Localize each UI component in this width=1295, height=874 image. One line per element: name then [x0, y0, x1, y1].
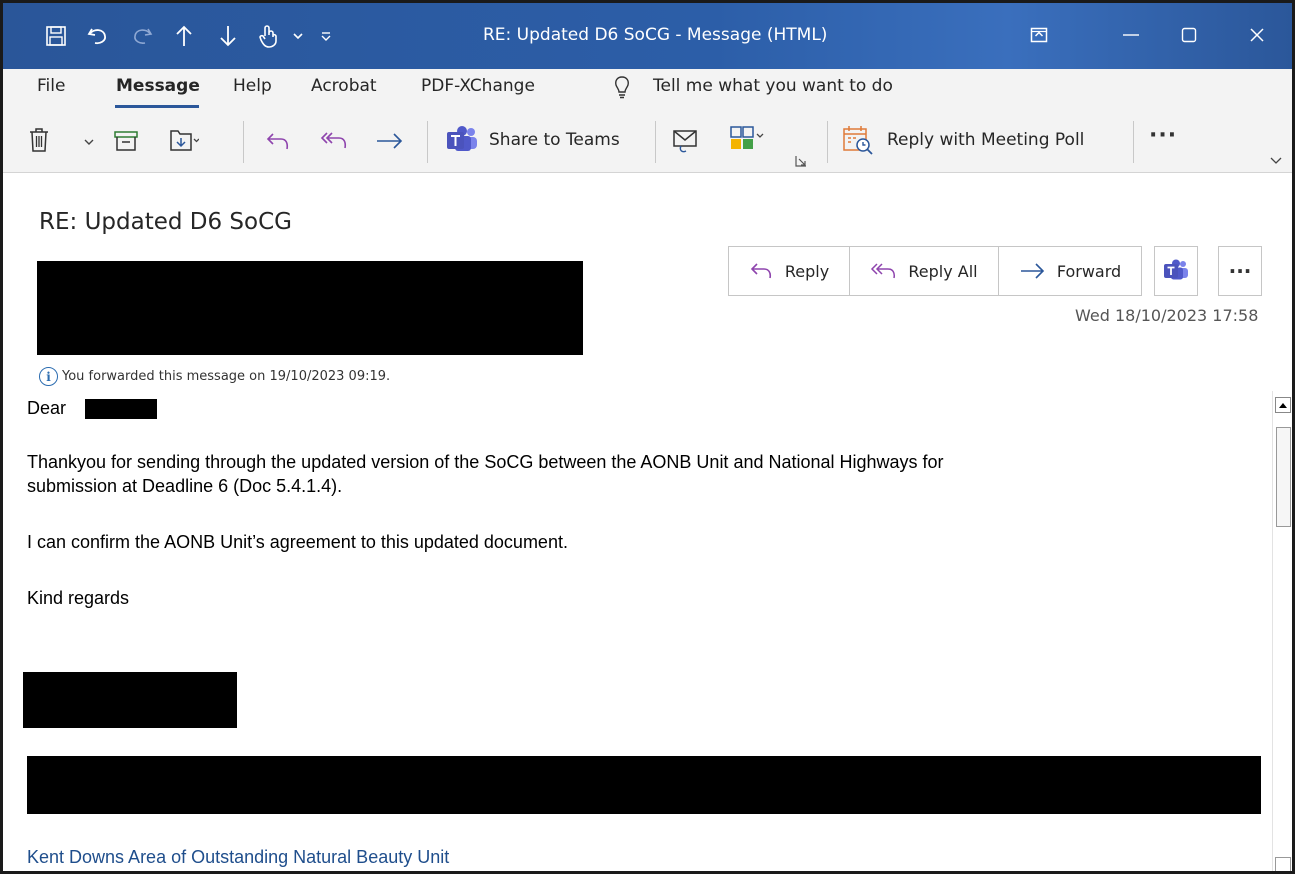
menu-help[interactable]: Help [233, 76, 272, 96]
closing: Kind regards [27, 588, 130, 608]
message-date: Wed 18/10/2023 17:58 [1075, 306, 1259, 325]
info-icon: i [39, 367, 58, 386]
menu-message[interactable]: Message [116, 76, 200, 96]
delete-dropdown-icon[interactable] [83, 137, 95, 147]
menu-pdf-xchange[interactable]: PDF-XChange [421, 76, 535, 96]
greeting: Dear [27, 398, 67, 418]
delete-icon[interactable] [27, 127, 51, 153]
tell-me-search[interactable]: Tell me what you want to do [653, 76, 893, 96]
dialog-launcher-icon[interactable] [795, 155, 807, 167]
body-paragraph-1-line-1: Thankyou for sending through the updated… [27, 452, 944, 472]
reply-with-meeting-poll-button[interactable]: Reply with Meeting Poll [841, 124, 1084, 156]
reply-button[interactable]: Reply [728, 246, 850, 296]
message-scrollbar[interactable] [1272, 391, 1292, 871]
organisation-link[interactable]: Kent Downs Area of Outstanding Natural B… [27, 846, 449, 868]
customize-toolbar-icon[interactable] [317, 19, 335, 53]
window-title: RE: Updated D6 SoCG - Message (HTML) [483, 25, 828, 45]
ribbon-separator [427, 121, 428, 163]
touch-mode-icon[interactable] [253, 19, 283, 53]
move-icon[interactable] [169, 127, 199, 153]
share-to-teams-label: Share to Teams [489, 130, 620, 150]
forwarded-info-text: You forwarded this message on 19/10/2023… [62, 369, 391, 384]
maximize-icon[interactable] [1167, 15, 1211, 55]
menu-acrobat[interactable]: Acrobat [311, 76, 377, 96]
minimize-icon[interactable] [1109, 15, 1153, 55]
forward-icon[interactable] [375, 129, 405, 153]
redacted-sender [37, 261, 583, 355]
undo-icon[interactable] [81, 19, 115, 53]
reply-icon [749, 261, 775, 281]
teams-icon [1163, 259, 1189, 283]
body-paragraph-1-line-2: submission at Deadline 6 (Doc 5.4.1.4). [27, 476, 343, 496]
share-to-teams-button[interactable]: Share to Teams [445, 125, 620, 155]
more-actions-button[interactable]: ··· [1218, 246, 1262, 296]
lightbulb-icon [613, 75, 631, 104]
redacted-signature-name [23, 672, 237, 728]
scroll-thumb[interactable] [1276, 427, 1291, 527]
forward-button[interactable]: Forward [998, 246, 1142, 296]
ribbon-separator [827, 121, 828, 163]
redo-icon [125, 19, 159, 53]
meeting-poll-icon [841, 124, 875, 156]
forward-icon [1019, 261, 1047, 281]
reply-all-icon[interactable] [319, 129, 351, 153]
chevron-down-icon[interactable] [289, 19, 307, 53]
outlook-message-window: RE: Updated D6 SoCG - Message (HTML) Fil… [0, 0, 1295, 874]
forwarded-info-bar: i You forwarded this message on 19/10/20… [39, 367, 390, 386]
scroll-down-button[interactable] [1275, 857, 1291, 871]
redacted-signature-title [27, 756, 1261, 814]
menu-file[interactable]: File [37, 76, 65, 96]
ribbon-separator [655, 121, 656, 163]
teams-icon [445, 125, 479, 155]
menu-bar: File Message Help Acrobat PDF-XChange Te… [3, 69, 1292, 109]
scroll-up-icon[interactable] [1275, 397, 1291, 413]
respond-message-icon[interactable] [671, 127, 701, 155]
reply-label: Reply [784, 261, 830, 281]
reply-all-label: Reply All [908, 261, 978, 281]
archive-icon[interactable] [113, 129, 139, 153]
message-subject: RE: Updated D6 SoCG [39, 209, 292, 235]
ribbon-separator [1133, 121, 1134, 163]
ribbon-display-icon[interactable] [1017, 15, 1061, 55]
close-icon[interactable] [1235, 15, 1279, 55]
reply-all-button[interactable]: Reply All [849, 246, 999, 296]
ribbon-separator [243, 121, 244, 163]
next-item-icon[interactable] [213, 19, 243, 53]
body-paragraph-2: I can confirm the AONB Unit’s agreement … [27, 532, 568, 552]
reply-icon[interactable] [265, 129, 293, 153]
save-icon[interactable] [39, 19, 73, 53]
previous-item-icon[interactable] [169, 19, 199, 53]
active-tab-indicator [115, 105, 199, 108]
title-bar: RE: Updated D6 SoCG - Message (HTML) [3, 3, 1292, 69]
reply-all-icon [870, 261, 898, 281]
forward-label: Forward [1056, 261, 1122, 281]
teams-button[interactable] [1154, 246, 1198, 296]
ribbon-toolbar: Share to Teams Reply with Meeting Poll ·… [3, 109, 1292, 173]
reply-with-meeting-poll-label: Reply with Meeting Poll [887, 130, 1085, 150]
more-commands-button[interactable]: ··· [1149, 123, 1177, 148]
apps-icon[interactable] [729, 125, 767, 151]
message-actions: Reply Reply All Forward [728, 246, 1142, 296]
collapse-ribbon-icon[interactable] [1269, 155, 1283, 165]
redacted-recipient-name [85, 399, 157, 419]
